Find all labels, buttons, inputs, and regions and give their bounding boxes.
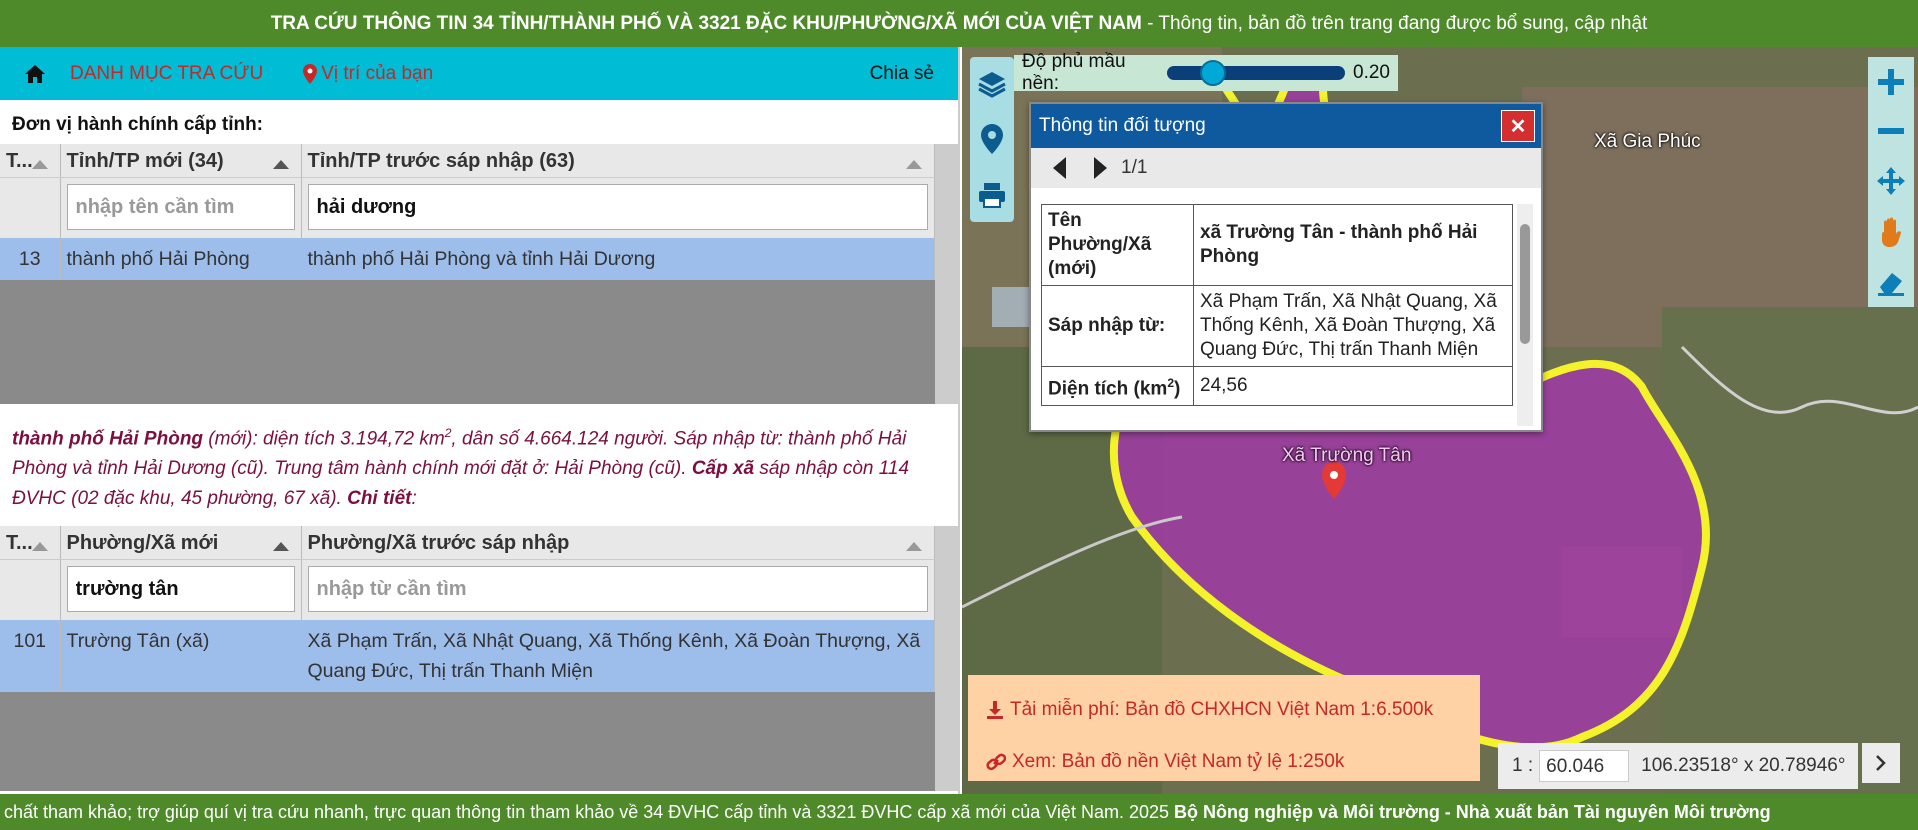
zoom-in-icon[interactable]	[1876, 67, 1906, 97]
new-province-filter-input[interactable]	[66, 184, 295, 230]
commune-grid: T... Phường/Xã mới Phường/Xã trước sáp n…	[0, 526, 958, 792]
column-header-old-province[interactable]: Tỉnh/TP trước sáp nhập (63)	[301, 144, 935, 178]
popup-pager: 1/1	[1031, 148, 1541, 188]
row-stt: 101	[0, 620, 61, 693]
grid-scrollbar[interactable]	[935, 526, 958, 792]
popup-row: Tên Phường/Xã (mới) xã Trường Tân - thàn…	[1041, 204, 1513, 286]
opacity-slider[interactable]	[1166, 60, 1346, 86]
column-header-new-commune[interactable]: Phường/Xã mới	[60, 526, 302, 561]
popup-key: Diện tích (km2)	[1041, 365, 1194, 407]
table-row[interactable]: 101 Trường Tân (xã) Xã Phạm Trấn, Xã Nhậ…	[0, 620, 935, 693]
province-section-title: Đơn vị hành chính cấp tỉnh:	[12, 114, 264, 135]
table-row[interactable]: 13 thành phố Hải Phòng thành phố Hải Phò…	[0, 238, 935, 280]
header-title: TRA CỨU THÔNG TIN 34 TỈNH/THÀNH PHỐ VÀ 3…	[270, 13, 1142, 34]
menu-link[interactable]: DANH MỤC TRA CỨU	[70, 63, 263, 85]
map-tools-right	[1868, 57, 1914, 307]
row-new-commune: Trường Tân (xã)	[60, 620, 302, 693]
home-button[interactable]	[0, 64, 70, 84]
view-basemap-link[interactable]: Xem: Bản đồ nền Việt Nam tỷ lệ 1:250k	[986, 745, 1462, 779]
map-tools-left	[970, 57, 1014, 222]
popup-title: Thông tin đối tượng	[1039, 115, 1206, 136]
chevron-right-icon	[1876, 755, 1886, 771]
detail-label: Chi tiết	[347, 488, 412, 510]
row-stt: 13	[0, 238, 61, 280]
previous-icon[interactable]	[1053, 157, 1067, 179]
opacity-control: Độ phủ mầu nền: 0.20	[1014, 51, 1398, 94]
column-header-old-commune[interactable]: Phường/Xã trước sáp nhập	[301, 526, 935, 561]
home-icon	[25, 64, 45, 83]
popup-body: Tên Phường/Xã (mới) xã Trường Tân - thàn…	[1041, 204, 1523, 424]
download-link[interactable]: Tải miễn phí: Bản đồ CHXHCN Việt Nam 1:6…	[986, 693, 1462, 727]
popup-value: xã Trường Tân - thành phố Hải Phòng	[1193, 204, 1513, 286]
new-commune-filter-input[interactable]	[66, 566, 295, 613]
map-label-truong-tan: Xã Trường Tân	[1282, 445, 1412, 466]
scale-input[interactable]: 60.046	[1539, 750, 1630, 782]
column-header-stt[interactable]: T...	[0, 144, 61, 178]
province-summary: thành phố Hải Phòng (mới): diện tích 3.1…	[12, 426, 910, 510]
link-icon	[986, 753, 1006, 771]
footer-publisher: Bộ Nông nghiệp và Môi trường - Nhà xuất …	[1174, 802, 1771, 822]
popup-row: Sáp nhập từ: Xã Phạm Trấn, Xã Nhật Quang…	[1041, 285, 1513, 367]
feature-info-popup: Thông tin đối tượng ✕ 1/1 Tên Phường/Xã …	[1029, 102, 1543, 432]
column-header-stt[interactable]: T...	[0, 526, 61, 561]
layers-icon[interactable]	[977, 70, 1007, 98]
map-pin-icon	[303, 63, 318, 84]
popup-key: Tên Phường/Xã (mới)	[1041, 204, 1194, 286]
old-province-filter-input[interactable]	[307, 184, 928, 230]
map-pin-icon[interactable]	[981, 124, 1003, 155]
pager-count: 1/1	[1121, 157, 1148, 178]
eraser-icon[interactable]	[1876, 267, 1906, 297]
footer-text: chất tham khảo; trợ giúp quí vị tra cứu …	[4, 802, 1174, 822]
zoom-out-icon[interactable]	[1876, 116, 1906, 146]
print-icon[interactable]	[977, 181, 1007, 209]
popup-close-button[interactable]: ✕	[1501, 110, 1535, 142]
coordinates-readout: 106.23518° x 20.78946°	[1641, 755, 1846, 776]
grid-scrollbar[interactable]	[935, 144, 958, 404]
popup-scrollbar[interactable]	[1517, 204, 1533, 426]
full-extent-icon[interactable]	[1876, 166, 1906, 196]
location-label: Vị trí của bạn	[321, 62, 434, 84]
popup-key: Sáp nhập từ:	[1041, 285, 1194, 367]
row-old-commune: Xã Phạm Trấn, Xã Nhật Quang, Xã Thống Kê…	[301, 620, 935, 693]
row-old-province: thành phố Hải Phòng và tỉnh Hải Dương	[301, 238, 935, 280]
page-header: TRA CỨU THÔNG TIN 34 TỈNH/THÀNH PHỐ VÀ 3…	[0, 0, 1918, 47]
opacity-slider-thumb[interactable]	[1199, 60, 1226, 86]
location-link[interactable]: Vị trí của bạn	[303, 63, 433, 85]
popup-value: 24,56	[1193, 365, 1513, 407]
expand-button[interactable]	[1862, 743, 1900, 783]
opacity-label: Độ phủ mầu nền:	[1022, 51, 1126, 94]
province-grid: T... Tỉnh/TP mới (34) Tỉnh/TP trước sáp …	[0, 144, 958, 404]
map-label-gia-phuc: Xã Gia Phúc	[1594, 131, 1701, 152]
navbar: DANH MỤC TRA CỨU Vị trí của bạn Chia sẻ	[0, 47, 958, 100]
popup-value: Xã Phạm Trấn, Xã Nhật Quang, Xã Thống Kê…	[1193, 285, 1513, 367]
left-panel: DANH MỤC TRA CỨU Vị trí của bạn Chia sẻ …	[0, 47, 960, 794]
scale-bar: 1 : 60.046 106.23518° x 20.78946°	[1498, 743, 1858, 789]
map-view[interactable]: Xã Gia Phúc Xã Trường Tân Độ phủ mầu nền…	[962, 47, 1918, 794]
scale-prefix: 1 :	[1512, 755, 1534, 776]
popup-row: Diện tích (km2) 24,56	[1041, 365, 1513, 407]
pan-hand-icon[interactable]	[1876, 216, 1906, 248]
download-icon	[987, 701, 1003, 719]
download-panel: Tải miễn phí: Bản đồ CHXHCN Việt Nam 1:6…	[968, 675, 1480, 781]
share-button[interactable]: Chia sẻ	[870, 63, 934, 85]
page-footer: chất tham khảo; trợ giúp quí vị tra cứu …	[0, 794, 1918, 830]
header-subtitle: - Thông tin, bản đồ trên trang đang được…	[1141, 13, 1648, 34]
popup-header: Thông tin đối tượng ✕	[1031, 104, 1541, 148]
row-new-province: thành phố Hải Phòng	[60, 238, 302, 280]
old-commune-filter-input[interactable]	[307, 566, 928, 613]
opacity-value: 0.20	[1353, 62, 1390, 83]
next-icon[interactable]	[1093, 157, 1107, 179]
column-header-new-province[interactable]: Tỉnh/TP mới (34)	[60, 144, 302, 178]
